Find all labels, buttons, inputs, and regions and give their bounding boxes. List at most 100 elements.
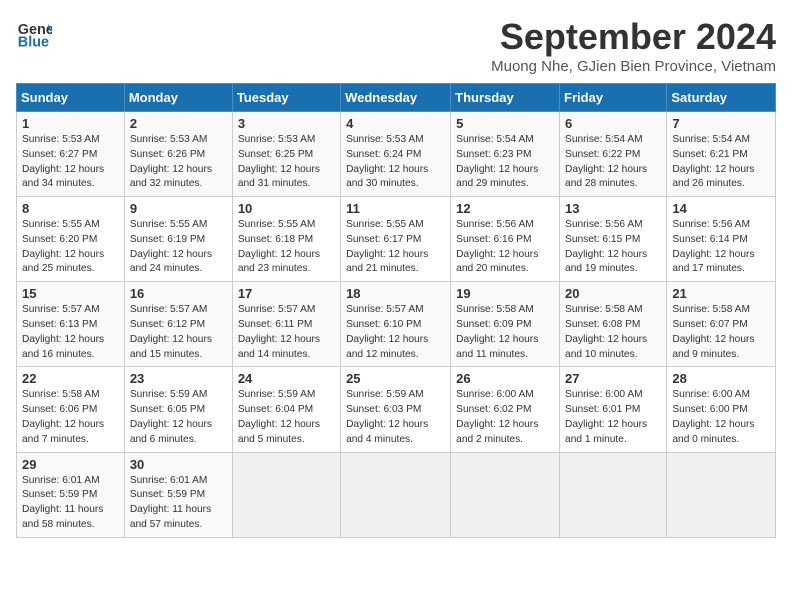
day-cell: 29 Sunrise: 6:01 AMSunset: 5:59 PMDayligh…: [17, 452, 125, 537]
day-info: Sunrise: 5:55 AMSunset: 6:18 PMDaylight:…: [238, 218, 335, 277]
column-header-wednesday: Wednesday: [341, 84, 451, 112]
day-number: 30: [130, 457, 227, 472]
day-cell: 26 Sunrise: 6:00 AMSunset: 6:02 PMDayligh…: [451, 367, 560, 452]
day-cell: 20 Sunrise: 5:58 AMSunset: 6:08 PMDayligh…: [560, 282, 667, 367]
day-number: 3: [238, 116, 335, 131]
day-cell: 22 Sunrise: 5:58 AMSunset: 6:06 PMDayligh…: [17, 367, 125, 452]
day-info: Sunrise: 5:56 AMSunset: 6:14 PMDaylight:…: [672, 218, 770, 277]
day-cell: 21 Sunrise: 5:58 AMSunset: 6:07 PMDayligh…: [667, 282, 776, 367]
day-info: Sunrise: 5:58 AMSunset: 6:09 PMDaylight:…: [456, 303, 554, 362]
day-number: 10: [238, 201, 335, 216]
day-cell: 28 Sunrise: 6:00 AMSunset: 6:00 PMDayligh…: [667, 367, 776, 452]
week-row-2: 8 Sunrise: 5:55 AMSunset: 6:20 PMDaylight…: [17, 197, 776, 282]
day-number: 23: [130, 371, 227, 386]
day-cell: 3 Sunrise: 5:53 AMSunset: 6:25 PMDaylight…: [232, 112, 340, 197]
day-info: Sunrise: 5:58 AMSunset: 6:08 PMDaylight:…: [565, 303, 661, 362]
column-header-sunday: Sunday: [17, 84, 125, 112]
day-cell: 17 Sunrise: 5:57 AMSunset: 6:11 PMDayligh…: [232, 282, 340, 367]
day-info: Sunrise: 5:59 AMSunset: 6:04 PMDaylight:…: [238, 388, 335, 447]
day-info: Sunrise: 6:00 AMSunset: 6:02 PMDaylight:…: [456, 388, 554, 447]
day-info: Sunrise: 5:54 AMSunset: 6:21 PMDaylight:…: [672, 133, 770, 192]
day-cell: 6 Sunrise: 5:54 AMSunset: 6:22 PMDaylight…: [560, 112, 667, 197]
day-info: Sunrise: 5:53 AMSunset: 6:25 PMDaylight:…: [238, 133, 335, 192]
day-cell: 5 Sunrise: 5:54 AMSunset: 6:23 PMDaylight…: [451, 112, 560, 197]
day-number: 5: [456, 116, 554, 131]
calendar-table: SundayMondayTuesdayWednesdayThursdayFrid…: [16, 83, 776, 538]
day-info: Sunrise: 5:54 AMSunset: 6:23 PMDaylight:…: [456, 133, 554, 192]
day-info: Sunrise: 5:55 AMSunset: 6:19 PMDaylight:…: [130, 218, 227, 277]
day-cell: 4Sunrise: 5:53 AMSunset: 6:24 PMDaylight…: [341, 112, 451, 197]
column-header-saturday: Saturday: [667, 84, 776, 112]
day-number: 19: [456, 286, 554, 301]
day-info: Sunrise: 5:57 AMSunset: 6:13 PMDaylight:…: [22, 303, 119, 362]
day-cell: 7 Sunrise: 5:54 AMSunset: 6:21 PMDaylight…: [667, 112, 776, 197]
day-info: Sunrise: 6:01 AMSunset: 5:59 PMDaylight:…: [22, 474, 119, 533]
day-number: 9: [130, 201, 227, 216]
day-cell: [667, 452, 776, 537]
logo: General Blue: [16, 16, 52, 52]
day-info: Sunrise: 5:57 AMSunset: 6:10 PMDaylight:…: [346, 303, 445, 362]
day-cell: 11 Sunrise: 5:55 AMSunset: 6:17 PMDayligh…: [341, 197, 451, 282]
day-info: Sunrise: 5:56 AMSunset: 6:15 PMDaylight:…: [565, 218, 661, 277]
day-number: 12: [456, 201, 554, 216]
day-cell: [232, 452, 340, 537]
day-number: 15: [22, 286, 119, 301]
day-number: 25: [346, 371, 445, 386]
day-cell: 30 Sunrise: 6:01 AMSunset: 5:59 PMDayligh…: [124, 452, 232, 537]
month-title: September 2024: [491, 16, 776, 58]
day-info: Sunrise: 5:57 AMSunset: 6:12 PMDaylight:…: [130, 303, 227, 362]
day-number: 29: [22, 457, 119, 472]
day-cell: 14Sunrise: 5:56 AMSunset: 6:14 PMDayligh…: [667, 197, 776, 282]
column-header-tuesday: Tuesday: [232, 84, 340, 112]
logo-icon: General Blue: [16, 16, 52, 52]
week-row-1: 1Sunrise: 5:53 AMSunset: 6:27 PMDaylight…: [17, 112, 776, 197]
day-cell: [560, 452, 667, 537]
day-info: Sunrise: 5:58 AMSunset: 6:06 PMDaylight:…: [22, 388, 119, 447]
day-info: Sunrise: 5:56 AMSunset: 6:16 PMDaylight:…: [456, 218, 554, 277]
day-cell: 15 Sunrise: 5:57 AMSunset: 6:13 PMDayligh…: [17, 282, 125, 367]
location-title: Muong Nhe, GJien Bien Province, Vietnam: [491, 58, 776, 75]
day-cell: 27Sunrise: 6:00 AMSunset: 6:01 PMDayligh…: [560, 367, 667, 452]
day-info: Sunrise: 6:01 AMSunset: 5:59 PMDaylight:…: [130, 474, 227, 533]
day-cell: 23 Sunrise: 5:59 AMSunset: 6:05 PMDayligh…: [124, 367, 232, 452]
week-row-4: 22 Sunrise: 5:58 AMSunset: 6:06 PMDayligh…: [17, 367, 776, 452]
day-info: Sunrise: 5:59 AMSunset: 6:03 PMDaylight:…: [346, 388, 445, 447]
day-number: 20: [565, 286, 661, 301]
day-number: 17: [238, 286, 335, 301]
day-info: Sunrise: 5:55 AMSunset: 6:17 PMDaylight:…: [346, 218, 445, 277]
day-number: 22: [22, 371, 119, 386]
week-row-5: 29 Sunrise: 6:01 AMSunset: 5:59 PMDayligh…: [17, 452, 776, 537]
day-cell: 18 Sunrise: 5:57 AMSunset: 6:10 PMDayligh…: [341, 282, 451, 367]
day-info: Sunrise: 5:58 AMSunset: 6:07 PMDaylight:…: [672, 303, 770, 362]
day-cell: 25 Sunrise: 5:59 AMSunset: 6:03 PMDayligh…: [341, 367, 451, 452]
title-area: September 2024 Muong Nhe, GJien Bien Pro…: [491, 16, 776, 75]
day-cell: 12 Sunrise: 5:56 AMSunset: 6:16 PMDayligh…: [451, 197, 560, 282]
day-number: 28: [672, 371, 770, 386]
day-number: 11: [346, 201, 445, 216]
day-cell: 1Sunrise: 5:53 AMSunset: 6:27 PMDaylight…: [17, 112, 125, 197]
day-cell: 8 Sunrise: 5:55 AMSunset: 6:20 PMDaylight…: [17, 197, 125, 282]
day-number: 18: [346, 286, 445, 301]
page-header: General Blue September 2024 Muong Nhe, G…: [16, 16, 776, 75]
day-info: Sunrise: 5:59 AMSunset: 6:05 PMDaylight:…: [130, 388, 227, 447]
day-info: Sunrise: 5:55 AMSunset: 6:20 PMDaylight:…: [22, 218, 119, 277]
day-info: Sunrise: 6:00 AMSunset: 6:00 PMDaylight:…: [672, 388, 770, 447]
day-number: 16: [130, 286, 227, 301]
day-cell: 9 Sunrise: 5:55 AMSunset: 6:19 PMDaylight…: [124, 197, 232, 282]
header-row: SundayMondayTuesdayWednesdayThursdayFrid…: [17, 84, 776, 112]
day-cell: 19 Sunrise: 5:58 AMSunset: 6:09 PMDayligh…: [451, 282, 560, 367]
day-number: 27: [565, 371, 661, 386]
day-number: 13: [565, 201, 661, 216]
day-number: 21: [672, 286, 770, 301]
day-cell: 2Sunrise: 5:53 AMSunset: 6:26 PMDaylight…: [124, 112, 232, 197]
day-number: 8: [22, 201, 119, 216]
day-cell: 13 Sunrise: 5:56 AMSunset: 6:15 PMDayligh…: [560, 197, 667, 282]
day-info: Sunrise: 5:53 AMSunset: 6:24 PMDaylight:…: [346, 133, 445, 192]
week-row-3: 15 Sunrise: 5:57 AMSunset: 6:13 PMDayligh…: [17, 282, 776, 367]
day-info: Sunrise: 5:57 AMSunset: 6:11 PMDaylight:…: [238, 303, 335, 362]
day-number: 6: [565, 116, 661, 131]
day-number: 26: [456, 371, 554, 386]
day-number: 7: [672, 116, 770, 131]
day-info: Sunrise: 5:54 AMSunset: 6:22 PMDaylight:…: [565, 133, 661, 192]
day-cell: [341, 452, 451, 537]
